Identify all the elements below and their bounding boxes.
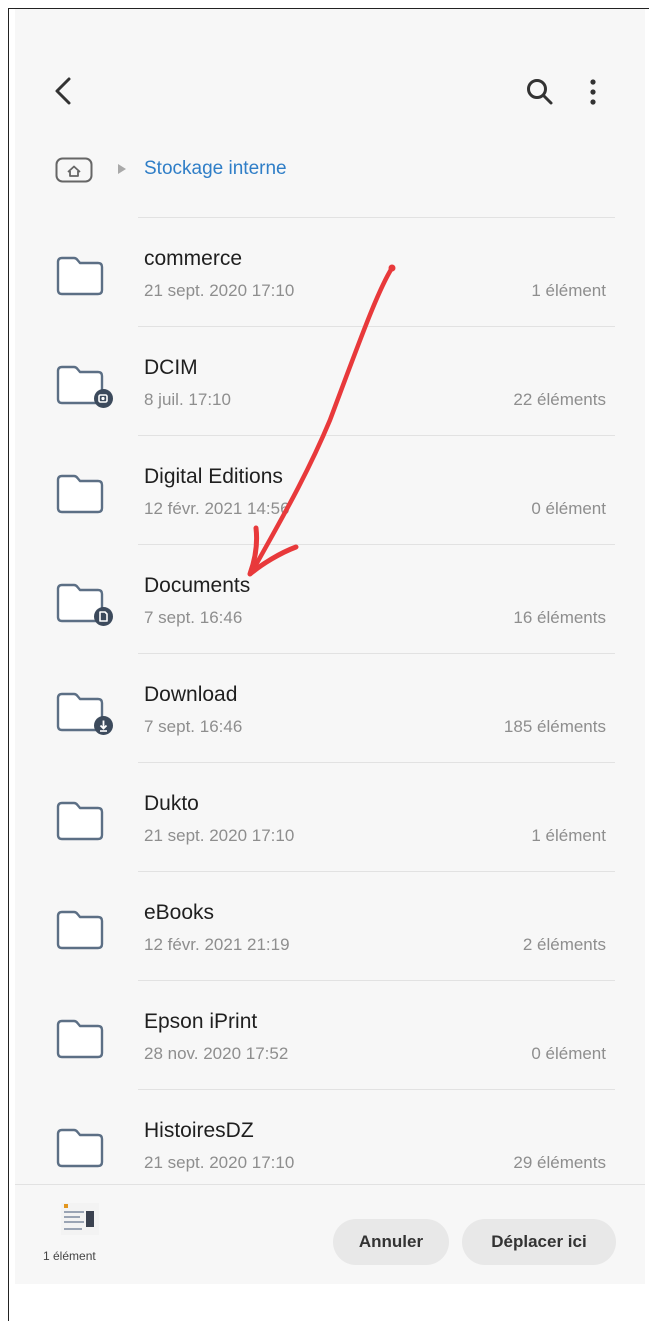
folder-name: DCIM — [144, 356, 198, 379]
folder-icon — [56, 474, 104, 514]
folder-document-icon — [56, 583, 113, 626]
folder-date: 12 févr. 2021 14:56 — [144, 499, 290, 518]
folder-item-count: 29 éléments — [513, 1153, 606, 1172]
folder-icon — [56, 910, 104, 950]
search-button[interactable] — [525, 77, 555, 107]
folder-item-count: 22 éléments — [513, 390, 606, 409]
folder-item-count: 16 éléments — [513, 608, 606, 627]
triangle-right-icon — [118, 164, 126, 174]
folder-icon — [56, 256, 104, 296]
folder-name: Epson iPrint — [144, 1010, 258, 1033]
folder-name: eBooks — [144, 901, 215, 924]
folder-date: 7 sept. 16:46 — [144, 717, 243, 736]
folder-icon — [56, 801, 104, 841]
folder-item-count: 185 éléments — [503, 717, 606, 736]
folder-row[interactable]: DCIM 8 juil. 17:10 22 éléments — [15, 326, 645, 435]
selected-file-thumbnail — [61, 1203, 99, 1235]
folder-name: commerce — [144, 247, 243, 270]
file-manager-screen: Stockage interne commerce 21 sept. 2020 1… — [15, 9, 645, 1284]
selection-count: 1 élément — [43, 1249, 96, 1263]
folder-date: 7 sept. 16:46 — [144, 608, 243, 627]
app-bar — [15, 9, 645, 139]
folder-date: 8 juil. 17:10 — [144, 390, 231, 409]
folder-name: Dukto — [144, 792, 199, 815]
more-vertical-icon — [590, 79, 596, 105]
folder-date: 21 sept. 2020 17:10 — [144, 281, 295, 300]
folder-row[interactable]: Documents 7 sept. 16:46 16 éléments — [15, 544, 645, 653]
folder-name: Download — [144, 683, 238, 706]
folder-row[interactable]: Dukto 21 sept. 2020 17:10 1 élément — [15, 762, 645, 871]
arrow-back-icon — [55, 77, 71, 105]
folder-row[interactable]: Epson iPrint 28 nov. 2020 17:52 0 élément — [15, 980, 645, 1089]
folder-name: Documents — [144, 574, 251, 597]
search-icon — [527, 79, 553, 105]
folder-date: 28 nov. 2020 17:52 — [144, 1044, 289, 1063]
folder-icon — [56, 1019, 104, 1059]
folder-icon — [56, 1128, 104, 1168]
home-button[interactable] — [55, 157, 93, 183]
back-button[interactable] — [51, 73, 79, 109]
folder-row[interactable]: commerce 21 sept. 2020 17:10 1 élément — [15, 217, 645, 326]
more-options-button[interactable] — [583, 75, 603, 109]
folder-download-icon — [56, 692, 113, 735]
bottom-action-bar: 1 élément Annuler Déplacer ici — [15, 1184, 645, 1285]
cancel-button[interactable]: Annuler — [333, 1219, 449, 1265]
folder-row[interactable]: eBooks 12 févr. 2021 21:19 2 éléments — [15, 871, 645, 980]
folder-camera-icon — [56, 365, 113, 408]
folder-name: Digital Editions — [144, 465, 283, 488]
folder-item-count: 0 élément — [531, 499, 606, 518]
move-here-button[interactable]: Déplacer ici — [462, 1219, 616, 1265]
folder-item-count: 1 élément — [531, 826, 606, 845]
home-icon — [55, 157, 93, 183]
folder-date: 21 sept. 2020 17:10 — [144, 826, 295, 845]
breadcrumb: Stockage interne — [15, 149, 645, 189]
breadcrumb-current[interactable]: Stockage interne — [144, 158, 287, 180]
folder-item-count: 2 éléments — [522, 935, 606, 954]
folder-date: 12 févr. 2021 21:19 — [144, 935, 290, 954]
folder-row[interactable]: Digital Editions 12 févr. 2021 14:56 0 élé… — [15, 435, 645, 544]
folder-row[interactable]: Download 7 sept. 16:46 185 éléments — [15, 653, 645, 762]
folder-row[interactable]: HistoiresDZ 21 sept. 2020 17:10 29 élément… — [15, 1089, 645, 1198]
folder-item-count: 1 élément — [531, 281, 606, 300]
folder-name: HistoiresDZ — [144, 1119, 254, 1142]
folder-item-count: 0 élément — [531, 1044, 606, 1063]
folder-date: 21 sept. 2020 17:10 — [144, 1153, 295, 1172]
